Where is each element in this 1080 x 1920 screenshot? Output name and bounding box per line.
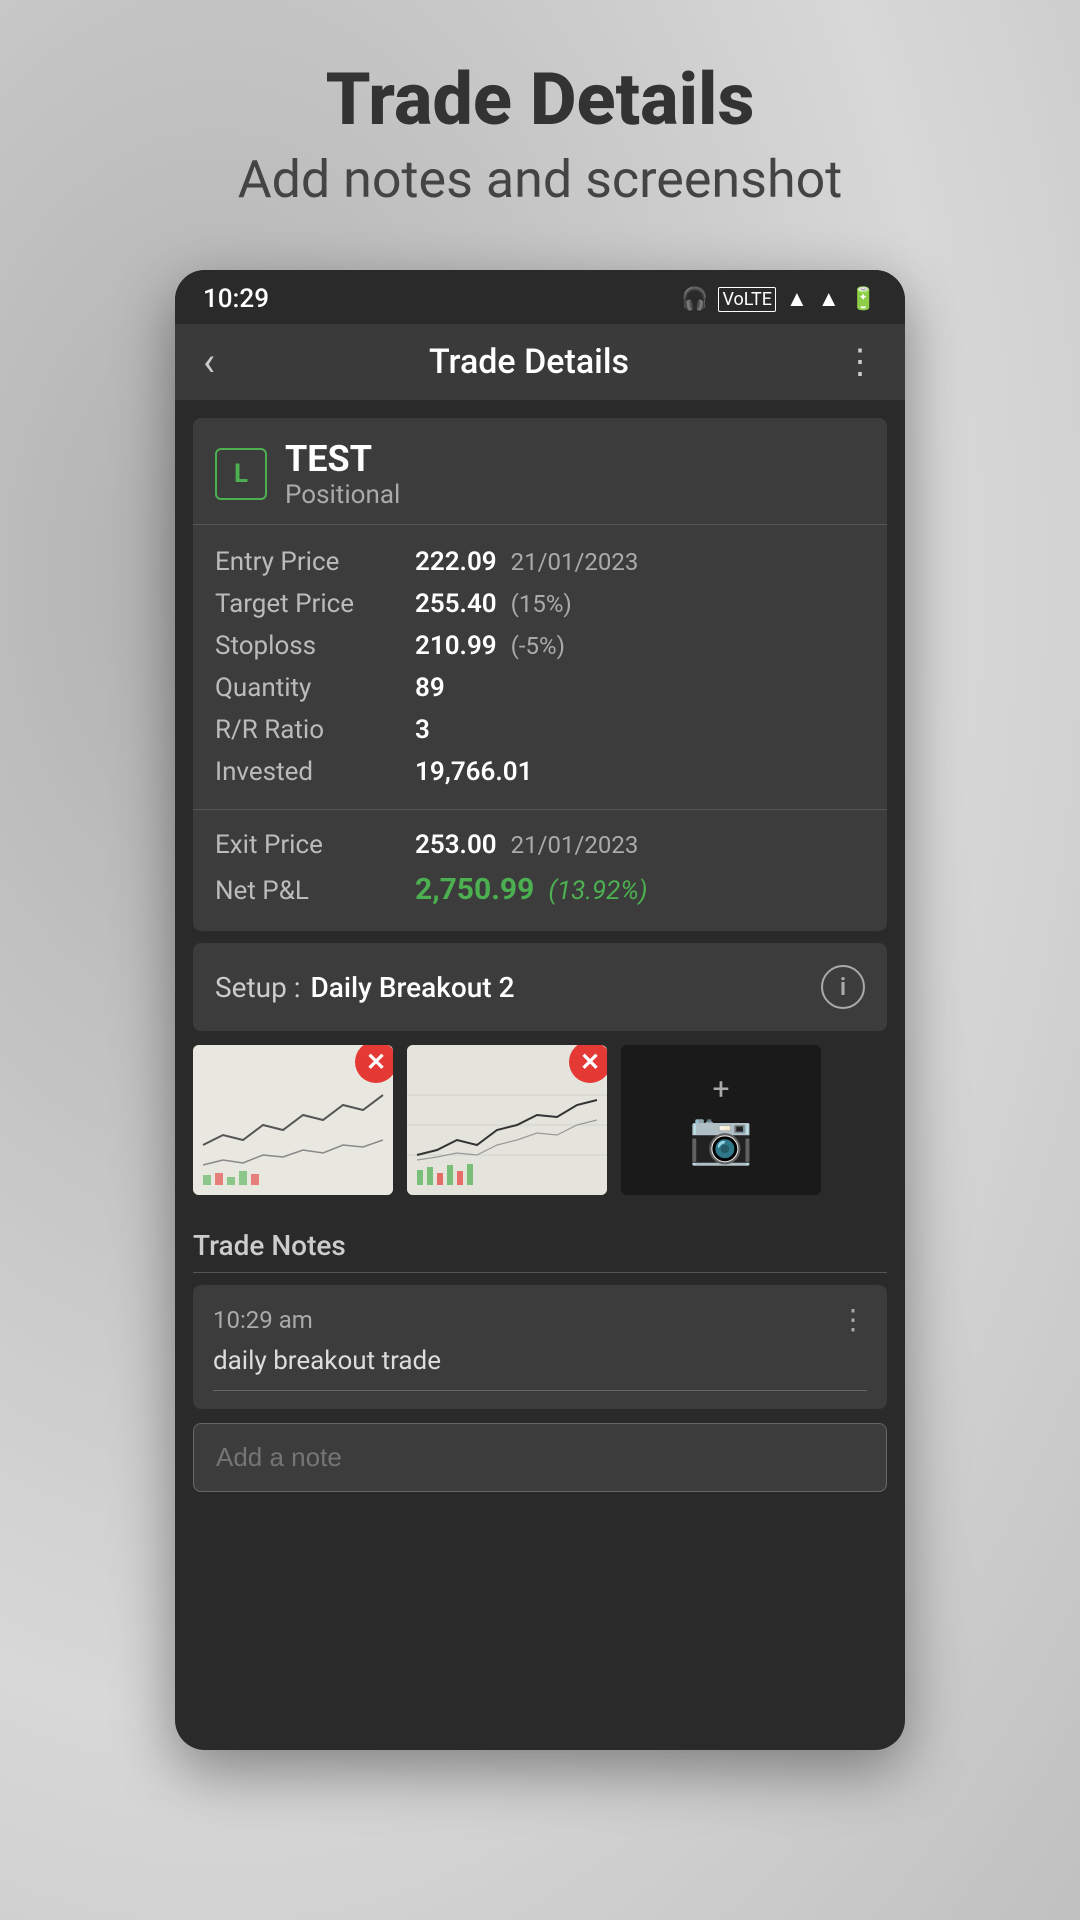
quantity-value: 89: [415, 673, 445, 703]
stoploss-label: Stoploss: [215, 631, 415, 661]
target-price-value: 255.40: [415, 589, 497, 619]
battery-icon: 🔋: [850, 287, 877, 312]
setup-row: Setup : Daily Breakout 2 i: [193, 943, 887, 1031]
invested-value: 19,766.01: [415, 757, 532, 787]
rr-ratio-label: R/R Ratio: [215, 715, 415, 745]
net-pnl-row: Net P&L 2,750.99 (13.92%): [215, 866, 865, 913]
add-photo-plus-icon: +: [712, 1072, 729, 1107]
target-price-label: Target Price: [215, 589, 415, 619]
quantity-label: Quantity: [215, 673, 415, 703]
trade-header: L TEST Positional: [193, 418, 887, 525]
note-meta-row: 10:29 am ⋮: [213, 1303, 867, 1336]
top-bar-title: Trade Details: [429, 342, 629, 382]
camera-icon: 📷: [689, 1107, 754, 1168]
setup-label: Setup :: [215, 971, 301, 1004]
page-header: Trade Details Add notes and screenshot: [0, 0, 1080, 250]
wifi-icon: ▲: [786, 286, 808, 312]
setup-info-button[interactable]: i: [821, 965, 865, 1009]
volte-icon: VoLTE: [718, 287, 776, 312]
target-price-row: Target Price 255.40 (15%): [215, 583, 865, 625]
trade-badge: L: [215, 448, 267, 500]
stoploss-pct: (-5%): [511, 632, 565, 660]
trade-name-block: TEST Positional: [285, 438, 400, 510]
screenshots-row: ✕ ✕: [193, 1045, 887, 1195]
trade-notes-title: Trade Notes: [193, 1229, 346, 1262]
entry-price-row: Entry Price 222.09 21/01/2023: [215, 541, 865, 583]
phone-frame: 10:29 🎧 VoLTE ▲ ▲ 🔋 ‹ Trade Details ⋮ L …: [175, 270, 905, 1750]
quantity-row: Quantity 89: [215, 667, 865, 709]
trade-name: TEST: [285, 438, 400, 480]
screenshot-2: ✕: [407, 1045, 607, 1195]
exit-section: Exit Price 253.00 21/01/2023 Net P&L 2,7…: [193, 810, 887, 931]
status-icons: 🎧 VoLTE ▲ ▲ 🔋: [681, 286, 877, 312]
status-bar: 10:29 🎧 VoLTE ▲ ▲ 🔋: [175, 270, 905, 324]
trade-notes-header: Trade Notes: [193, 1213, 887, 1273]
exit-price-value: 253.00: [415, 830, 497, 860]
rr-ratio-row: R/R Ratio 3: [215, 709, 865, 751]
note-item: 10:29 am ⋮ daily breakout trade: [193, 1285, 887, 1409]
exit-price-row: Exit Price 253.00 21/01/2023: [215, 824, 865, 866]
back-button[interactable]: ‹: [203, 342, 215, 382]
target-price-pct: (15%): [511, 590, 572, 618]
entry-price-value: 222.09: [415, 547, 497, 577]
setup-name: Daily Breakout 2: [311, 971, 515, 1004]
entry-date: 21/01/2023: [511, 548, 639, 576]
signal-icon: ▲: [818, 286, 840, 312]
page-subtitle: Add notes and screenshot: [40, 149, 1040, 210]
note-more-button[interactable]: ⋮: [839, 1303, 867, 1336]
net-pnl-value: 2,750.99: [415, 872, 534, 907]
stoploss-row: Stoploss 210.99 (-5%): [215, 625, 865, 667]
screenshot-1: ✕: [193, 1045, 393, 1195]
trade-card: L TEST Positional Entry Price 222.09 21/…: [193, 418, 887, 931]
trade-type: Positional: [285, 480, 400, 510]
top-bar: ‹ Trade Details ⋮: [175, 324, 905, 400]
note-text: daily breakout trade: [213, 1346, 867, 1391]
add-photo-button[interactable]: + 📷: [621, 1045, 821, 1195]
status-time: 10:29: [203, 284, 269, 314]
add-note-input[interactable]: [216, 1442, 864, 1473]
setup-label-group: Setup : Daily Breakout 2: [215, 971, 514, 1004]
headset-icon: 🎧: [681, 287, 708, 312]
note-time: 10:29 am: [213, 1306, 313, 1334]
exit-date: 21/01/2023: [511, 831, 639, 859]
add-note-bar[interactable]: [193, 1423, 887, 1492]
entry-price-label: Entry Price: [215, 547, 415, 577]
more-menu-button[interactable]: ⋮: [843, 342, 877, 382]
exit-price-label: Exit Price: [215, 830, 415, 860]
net-pnl-label: Net P&L: [215, 876, 415, 906]
invested-row: Invested 19,766.01: [215, 751, 865, 793]
rr-ratio-value: 3: [415, 715, 430, 745]
invested-label: Invested: [215, 757, 415, 787]
stoploss-value: 210.99: [415, 631, 497, 661]
page-title: Trade Details: [40, 60, 1040, 139]
net-pnl-pct: (13.92%): [548, 876, 647, 906]
trade-details: Entry Price 222.09 21/01/2023 Target Pri…: [193, 525, 887, 810]
